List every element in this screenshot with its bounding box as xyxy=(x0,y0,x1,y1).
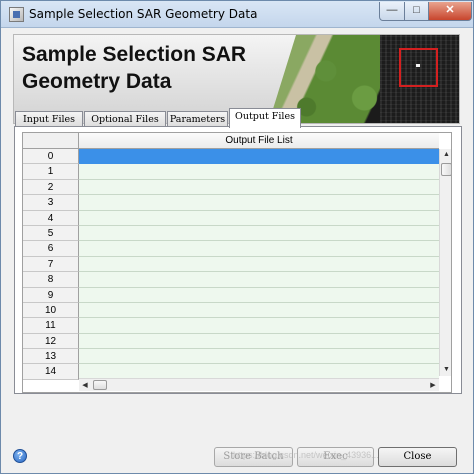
window-title: Sample Selection SAR Geometry Data xyxy=(29,7,258,21)
tab-parameters[interactable]: Parameters xyxy=(167,111,228,127)
row-header[interactable]: 9 xyxy=(23,287,79,303)
row-header[interactable]: 11 xyxy=(23,318,79,334)
output-files-panel: Output File List 0 1 2 3 4 5 6 7 8 9 10 11 12 13 14 ▲ … xyxy=(14,126,462,394)
output-file-cell[interactable] xyxy=(79,302,439,319)
table-row[interactable]: 9 xyxy=(23,287,439,303)
window-close-button[interactable]: ✕ xyxy=(428,2,472,21)
row-header[interactable]: 8 xyxy=(23,272,79,288)
row-header[interactable]: 10 xyxy=(23,302,79,319)
table-row[interactable]: 3 xyxy=(23,195,439,211)
output-file-cell[interactable] xyxy=(79,164,439,180)
table-row[interactable]: 1 xyxy=(23,164,439,180)
output-file-cell[interactable] xyxy=(79,225,439,242)
sar-target-point xyxy=(416,64,420,67)
table-row[interactable]: 8 xyxy=(23,272,439,288)
horizontal-scrollbar[interactable]: ◀ ▶ xyxy=(79,378,439,391)
row-header[interactable]: 5 xyxy=(23,225,79,242)
output-file-cell[interactable] xyxy=(79,210,439,226)
row-header[interactable]: 4 xyxy=(23,210,79,226)
row-header[interactable]: 13 xyxy=(23,349,79,365)
row-header[interactable]: 14 xyxy=(23,364,79,380)
output-file-cell[interactable] xyxy=(79,241,439,257)
grid-rows: 0 1 2 3 4 5 6 7 8 9 10 11 12 13 14 xyxy=(23,149,439,380)
output-file-cell[interactable] xyxy=(79,195,439,211)
output-file-cell[interactable] xyxy=(79,349,439,365)
scroll-right-arrow-icon[interactable]: ▶ xyxy=(428,380,438,391)
app-icon xyxy=(9,7,24,22)
scroll-up-arrow-icon[interactable]: ▲ xyxy=(441,150,451,160)
output-file-cell[interactable] xyxy=(79,256,439,273)
output-file-grid: Output File List 0 1 2 3 4 5 6 7 8 9 10 11 12 13 14 ▲ … xyxy=(22,132,452,393)
table-row[interactable]: 6 xyxy=(23,241,439,257)
row-header[interactable]: 7 xyxy=(23,256,79,273)
grid-corner xyxy=(23,133,79,149)
output-file-cell[interactable] xyxy=(79,287,439,303)
banner-title: Sample Selection SAR Geometry Data xyxy=(22,43,247,93)
app-window: Sample Selection SAR Geometry Data — □ ✕… xyxy=(0,0,474,474)
row-header[interactable]: 6 xyxy=(23,241,79,257)
minimize-button[interactable]: — xyxy=(379,2,405,21)
tab-output-files[interactable]: Output Files xyxy=(229,108,301,128)
output-file-cell[interactable] xyxy=(79,333,439,350)
vertical-scroll-thumb[interactable] xyxy=(441,163,451,176)
horizontal-scroll-thumb[interactable] xyxy=(93,380,107,390)
table-row[interactable]: 2 xyxy=(23,179,439,196)
row-header[interactable]: 12 xyxy=(23,333,79,350)
output-file-cell[interactable] xyxy=(79,318,439,334)
column-header-output-file-list[interactable]: Output File List xyxy=(79,133,439,149)
output-file-cell[interactable] xyxy=(79,179,439,196)
table-row[interactable]: 13 xyxy=(23,349,439,365)
table-row[interactable]: 0 xyxy=(23,149,439,165)
table-row[interactable]: 7 xyxy=(23,256,439,273)
table-row[interactable]: 10 xyxy=(23,302,439,319)
tab-optional-files[interactable]: Optional Files xyxy=(84,111,166,127)
maximize-button[interactable]: □ xyxy=(404,2,429,21)
sar-selection-box xyxy=(399,48,438,87)
row-header[interactable]: 0 xyxy=(23,149,79,165)
table-row[interactable]: 5 xyxy=(23,225,439,242)
row-header[interactable]: 1 xyxy=(23,164,79,180)
row-header[interactable]: 2 xyxy=(23,179,79,196)
table-row[interactable]: 11 xyxy=(23,318,439,334)
table-row[interactable]: 12 xyxy=(23,333,439,350)
exec-button[interactable]: Exec xyxy=(297,447,374,467)
scroll-down-arrow-icon[interactable]: ▼ xyxy=(441,365,451,375)
close-button[interactable]: Close xyxy=(378,447,457,467)
table-row[interactable]: 4 xyxy=(23,210,439,226)
row-header[interactable]: 3 xyxy=(23,195,79,211)
output-file-cell[interactable] xyxy=(79,149,439,165)
title-bar[interactable]: Sample Selection SAR Geometry Data — □ ✕ xyxy=(1,1,473,28)
output-file-cell[interactable] xyxy=(79,272,439,288)
help-icon[interactable]: ? xyxy=(13,449,27,463)
tab-input-files[interactable]: Input Files xyxy=(15,111,83,127)
scroll-left-arrow-icon[interactable]: ◀ xyxy=(80,380,90,391)
vertical-scrollbar[interactable]: ▲ ▼ xyxy=(439,149,451,376)
store-batch-button[interactable]: Store Batch xyxy=(214,447,293,467)
